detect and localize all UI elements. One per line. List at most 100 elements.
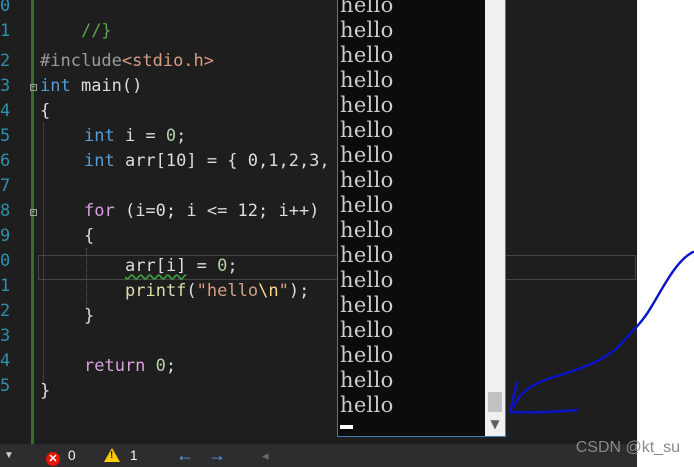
error-count: 0 bbox=[67, 447, 76, 463]
keyword-token: int bbox=[84, 126, 115, 146]
code-line: } bbox=[40, 379, 50, 404]
line-number: 0 bbox=[0, 0, 11, 16]
string-token: " bbox=[278, 281, 289, 301]
indent-guide bbox=[86, 248, 87, 308]
console-output-line: hello bbox=[340, 193, 394, 217]
code-line: } bbox=[84, 304, 94, 329]
code-line: #include<stdio.h> bbox=[40, 49, 214, 74]
handwritten-arrow-annotation bbox=[509, 250, 694, 414]
comment-token: //} bbox=[80, 21, 112, 41]
line-number: 1 bbox=[0, 21, 11, 41]
code-token: ; bbox=[227, 256, 238, 276]
scroll-down-icon[interactable]: ▼ bbox=[485, 414, 505, 434]
warning-squiggle-token[interactable]: arr[i] bbox=[125, 256, 186, 276]
console-output-line: hello bbox=[340, 393, 394, 417]
line-number: 6 bbox=[0, 151, 11, 171]
console-output-line: hello bbox=[340, 43, 394, 67]
console-output-line: hello bbox=[340, 318, 394, 342]
brace-token: } bbox=[84, 306, 95, 326]
preprocessor-token: #include bbox=[40, 51, 122, 71]
console-scrollbar[interactable]: ▼ bbox=[485, 0, 505, 436]
number-token: 0 bbox=[165, 126, 177, 146]
navigate-forward-icon[interactable]: → bbox=[208, 444, 226, 467]
include-path-token: <stdio.h> bbox=[121, 51, 215, 71]
code-line: int i = 0; bbox=[84, 124, 186, 149]
code-token: ); bbox=[288, 281, 310, 301]
brace-token: } bbox=[40, 381, 51, 401]
function-call-token: printf bbox=[125, 281, 187, 301]
line-number: 0 bbox=[0, 251, 11, 271]
console-output-line: hello bbox=[340, 68, 394, 92]
code-token: (i=0; i <= 12; i++) bbox=[114, 201, 320, 221]
code-token: = bbox=[186, 256, 218, 276]
warning-indicator[interactable]: ! 1 bbox=[104, 444, 138, 467]
console-output-line: hello bbox=[340, 18, 394, 42]
keyword-token: int bbox=[40, 76, 71, 96]
string-token: "hello bbox=[196, 281, 259, 301]
keyword-token: for bbox=[84, 201, 115, 221]
console-output-line: hello bbox=[340, 368, 394, 392]
code-line: { bbox=[84, 224, 94, 249]
keyword-token: int bbox=[84, 151, 115, 171]
line-number: 7 bbox=[0, 176, 11, 196]
console-output-line: hello bbox=[340, 143, 394, 167]
brace-token: { bbox=[40, 101, 51, 121]
code-line: int arr[10] = { 0,1,2,3, bbox=[84, 149, 330, 174]
code-line: printf("hello\n"); bbox=[125, 279, 309, 304]
console-window[interactable]: hello hello hello hello hello hello hello hello… bbox=[337, 0, 506, 437]
scroll-left-icon[interactable]: ◂ bbox=[262, 444, 269, 467]
code-token: ( bbox=[186, 281, 197, 301]
annotation-arrowhead-stroke bbox=[509, 380, 579, 414]
warning-icon: ! bbox=[104, 448, 120, 462]
change-tracking-bar bbox=[31, 0, 34, 444]
brace-token: { bbox=[84, 226, 95, 246]
scrollbar-thumb[interactable] bbox=[488, 392, 502, 412]
keyword-token: return bbox=[84, 356, 146, 376]
line-number: 3 bbox=[0, 326, 11, 346]
code-line: return 0; bbox=[84, 354, 176, 379]
line-number: 8 bbox=[0, 201, 11, 221]
watermark: CSDN @kt_su bbox=[575, 439, 680, 456]
warning-count: 1 bbox=[129, 447, 138, 463]
indent-guide bbox=[43, 123, 44, 385]
code-token: ; bbox=[176, 126, 187, 146]
line-number: 1 bbox=[0, 276, 11, 296]
status-bar: ▼ ✕ 0 ! 1 ← → ◂ bbox=[0, 444, 637, 467]
code-line: arr[i] = 0; bbox=[125, 254, 238, 279]
navigate-back-icon[interactable]: ← bbox=[176, 444, 194, 467]
collapse-icon[interactable]: − bbox=[30, 209, 37, 216]
collapse-icon[interactable]: − bbox=[30, 84, 37, 91]
console-output-line: hello bbox=[340, 0, 394, 17]
code-token: arr[10] = { 0,1,2,3, bbox=[114, 151, 330, 171]
line-number: 2 bbox=[0, 51, 11, 71]
function-name-token: main() bbox=[70, 76, 143, 96]
line-number: 2 bbox=[0, 301, 11, 321]
console-output-line: hello bbox=[340, 243, 394, 267]
error-indicator[interactable]: ✕ 0 bbox=[46, 444, 76, 467]
code-line: int main() bbox=[40, 74, 142, 99]
console-output-line: hello bbox=[340, 268, 394, 292]
code-token: i = bbox=[114, 126, 166, 146]
line-number: 3 bbox=[0, 76, 11, 96]
console-cursor bbox=[340, 425, 353, 429]
line-number: 9 bbox=[0, 226, 11, 246]
annotation-arrow-stroke bbox=[512, 250, 694, 408]
console-output-line: hello bbox=[340, 168, 394, 192]
console-output-line: hello bbox=[340, 343, 394, 367]
console-output-line: hello bbox=[340, 93, 394, 117]
console-output-line: hello bbox=[340, 218, 394, 242]
number-token: 0 bbox=[217, 256, 228, 276]
number-token: 0 bbox=[145, 356, 166, 376]
line-number: 5 bbox=[0, 376, 11, 396]
console-output-line: hello bbox=[340, 293, 394, 317]
line-number: 4 bbox=[0, 101, 11, 121]
code-token: ; bbox=[165, 356, 177, 376]
error-icon: ✕ bbox=[46, 452, 60, 466]
line-number: 4 bbox=[0, 351, 11, 371]
code-line: for (i=0; i <= 12; i++) bbox=[84, 199, 319, 224]
code-line: { bbox=[40, 99, 50, 124]
escape-token: \n bbox=[258, 281, 279, 301]
console-output-line: hello bbox=[340, 118, 394, 142]
line-number: 5 bbox=[0, 126, 11, 146]
dropdown-caret-icon[interactable]: ▼ bbox=[4, 444, 14, 467]
